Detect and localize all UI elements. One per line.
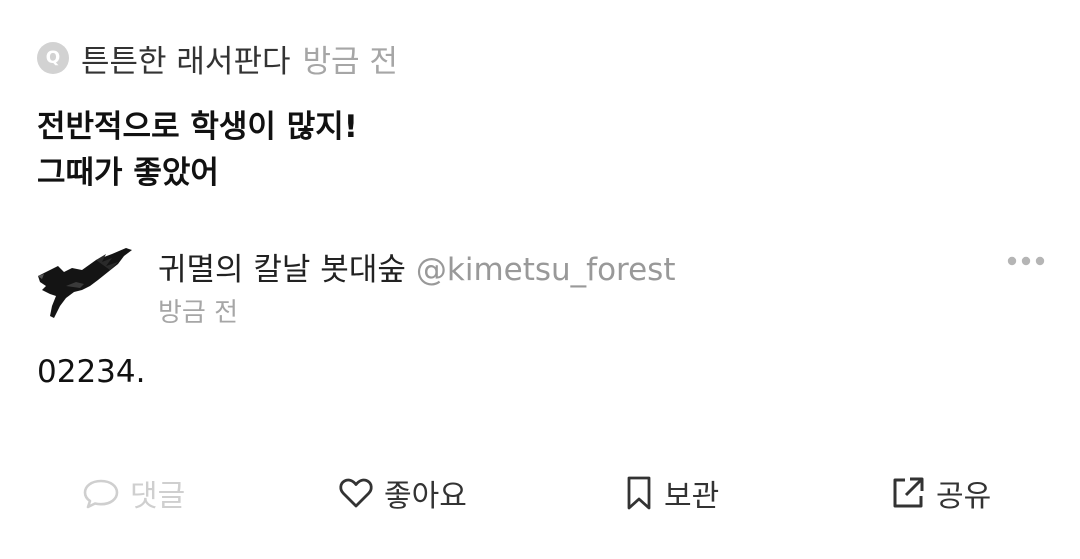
comment-button[interactable]: 댓글: [82, 468, 185, 518]
more-options-button[interactable]: [1004, 246, 1048, 276]
comment-label: 댓글: [130, 479, 186, 514]
question-timestamp: 방금 전: [302, 43, 398, 80]
answer-timestamp: 방금 전: [158, 298, 239, 328]
share-label: 공유: [936, 479, 992, 514]
question-text: 전반적으로 학생이 많지! 그때가 좋았어: [37, 104, 358, 196]
question-header: Q 튼튼한 래서판다 방금 전: [37, 36, 398, 80]
bookmark-icon: [627, 476, 651, 510]
avatar[interactable]: [36, 246, 136, 320]
speech-bubble-icon: [83, 479, 119, 509]
more-dots-icon: [1007, 256, 1045, 266]
share-button[interactable]: 공유: [890, 468, 991, 518]
answer-text: 02234.: [37, 354, 146, 390]
author-handle[interactable]: @kimetsu_forest: [416, 252, 676, 288]
save-label: 보관: [664, 479, 720, 514]
save-button[interactable]: 보관: [624, 468, 719, 518]
share-icon: [893, 477, 924, 508]
crow-icon: [38, 248, 132, 318]
author-line: 귀멸의 칼날 봇대숲 @kimetsu_forest: [158, 244, 676, 289]
author-name[interactable]: 귀멸의 칼날 봇대숲: [158, 252, 406, 288]
like-label: 좋아요: [384, 479, 467, 514]
like-button[interactable]: 좋아요: [338, 468, 467, 518]
heart-icon: [339, 478, 373, 508]
question-badge-icon: Q: [37, 42, 69, 74]
question-line: 그때가 좋았어: [37, 155, 219, 191]
asker-name[interactable]: 튼튼한 래서판다: [81, 36, 291, 81]
action-bar: 댓글 좋아요 보관 공유: [0, 468, 1080, 518]
answer-header: 귀멸의 칼날 봇대숲 @kimetsu_forest 방금 전: [36, 240, 1046, 330]
question-line: 전반적으로 학생이 많지!: [37, 109, 358, 145]
